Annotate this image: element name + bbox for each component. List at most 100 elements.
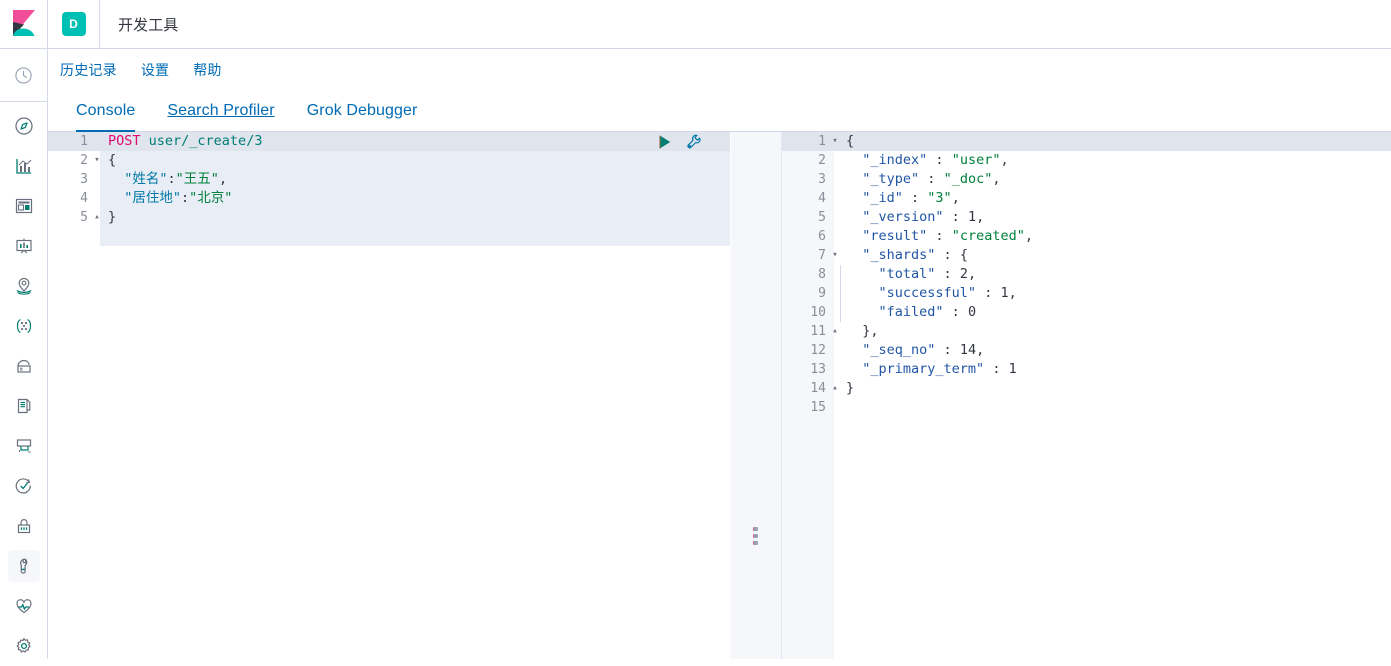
ml-icon: [16, 318, 31, 334]
editor-resizer[interactable]: [730, 132, 782, 659]
tab-console[interactable]: Console: [60, 102, 151, 132]
json-colon: :: [943, 304, 968, 320]
code-content: "_primary_term" : 1: [840, 360, 1391, 379]
code-line: 4 "_id" : "3",: [782, 189, 1391, 208]
page-title: 开发工具: [118, 16, 179, 34]
primary-navigation-rail: [0, 49, 48, 659]
line-number: 3: [80, 172, 88, 187]
kibana-home-button[interactable]: [0, 0, 48, 48]
request-options-button[interactable]: [685, 133, 702, 153]
json-brace: {: [959, 247, 968, 263]
json-comma: ,: [992, 171, 1001, 187]
sidebar-item-machine-learning[interactable]: [8, 310, 40, 342]
json-key: "total": [878, 266, 936, 282]
json-key: "_version": [862, 209, 944, 225]
line-number: 1: [818, 134, 826, 149]
code-content: "_index" : "user",: [840, 151, 1391, 170]
tab-grok-debugger[interactable]: Grok Debugger: [291, 102, 434, 131]
sidebar-item-dev-tools[interactable]: [7, 550, 40, 582]
sidebar-item-siem[interactable]: [8, 510, 40, 542]
code-content: }: [102, 208, 730, 227]
sidebar-item-apm[interactable]: [8, 430, 40, 462]
app-badge-container[interactable]: D: [48, 0, 100, 48]
line-number: 6: [818, 229, 826, 244]
fold-toggle[interactable]: ▾: [830, 132, 840, 151]
sidebar-item-visualize[interactable]: [8, 150, 40, 182]
kibana-logo: [12, 10, 35, 36]
wrench-icon: [19, 558, 27, 574]
code-content: {: [840, 132, 1391, 151]
code-line: 14 ▴ }: [782, 379, 1391, 398]
sidebar-item-logs[interactable]: [8, 390, 40, 422]
json-comma: ,: [976, 209, 985, 225]
code-line: 6 "result" : "created",: [782, 227, 1391, 246]
response-editor[interactable]: 1 ▾ { 2 "_index" : "user", 3 "_type" : "…: [782, 132, 1391, 659]
code-line: 13 "_primary_term" : 1: [782, 360, 1391, 379]
json-colon: :: [943, 209, 968, 225]
code-line: 1 ▾ {: [782, 132, 1391, 151]
code-line: 15: [782, 398, 1391, 417]
fold-toggle[interactable]: ▴: [92, 208, 102, 227]
compass-icon: [14, 117, 33, 135]
line-number: 9: [818, 286, 826, 301]
grip-dot: [753, 541, 758, 545]
line-number: 7: [818, 248, 826, 263]
code-line: 1 POST user/_create/3: [48, 132, 730, 151]
json-value: "created": [951, 228, 1025, 244]
request-editor[interactable]: 1 POST user/_create/3 2 ▾ { 3 "姓名":"王五",: [48, 132, 730, 659]
line-number: 8: [818, 267, 826, 282]
menu-item-history[interactable]: 历史记录: [60, 60, 117, 80]
json-comma: ,: [967, 266, 977, 282]
json-key: "result": [862, 228, 928, 244]
code-content: "_seq_no" : 14,: [840, 341, 1391, 360]
json-colon: :: [927, 152, 952, 168]
sidebar-item-canvas[interactable]: [8, 230, 40, 262]
json-key: "failed": [878, 304, 944, 320]
code-content: }: [840, 379, 1391, 398]
sidebar-item-discover[interactable]: [8, 110, 40, 142]
wrench-icon: [687, 134, 701, 149]
code-content: },: [840, 322, 1391, 341]
menu-item-settings[interactable]: 设置: [141, 60, 169, 80]
sidebar-item-management[interactable]: [8, 630, 40, 662]
line-number: 15: [810, 400, 826, 415]
fold-toggle[interactable]: ▴: [830, 379, 840, 398]
code-content: {: [102, 151, 730, 170]
json-key: "_shards": [862, 247, 936, 263]
json-value: "3": [927, 190, 952, 206]
dev-tools-console-page: D 开发工具 历史记录 设置 帮助 Console Search Profile…: [0, 0, 1391, 659]
json-value: 1: [967, 209, 977, 225]
editor-split-container: 1 POST user/_create/3 2 ▾ { 3 "姓名":"王五",: [48, 132, 1391, 659]
grip-dot: [753, 527, 758, 531]
code-line: 3 "姓名":"王五",: [48, 170, 730, 189]
json-key: "姓名": [124, 171, 168, 187]
code-content: "_shards" : {: [840, 246, 1391, 265]
grip-dot: [753, 534, 758, 538]
send-request-button[interactable]: [657, 134, 673, 153]
fold-toggle[interactable]: ▾: [92, 151, 102, 170]
sidebar-item-dashboard[interactable]: [8, 190, 40, 222]
resize-handle[interactable]: [753, 527, 759, 545]
fold-toggle[interactable]: ▴: [830, 322, 840, 341]
fold-toggle[interactable]: ▾: [830, 246, 840, 265]
request-path: [141, 133, 149, 149]
tab-search-profiler[interactable]: Search Profiler: [151, 102, 290, 131]
line-number: 4: [80, 191, 88, 206]
sidebar-item-uptime[interactable]: [8, 470, 40, 502]
request-path-text: user/_create/3: [148, 133, 263, 149]
recently-viewed-button[interactable]: [0, 49, 47, 102]
global-header: D 开发工具: [0, 0, 1391, 49]
code-content: "_version" : 1,: [840, 208, 1391, 227]
code-content: "total" : 2,: [840, 265, 1391, 284]
json-colon: :: [919, 171, 944, 187]
sidebar-item-monitoring[interactable]: [8, 590, 40, 622]
bar-chart-icon: [15, 159, 31, 174]
menu-item-help[interactable]: 帮助: [193, 60, 221, 80]
sidebar-item-infrastructure[interactable]: [8, 350, 40, 382]
console-tabs: Console Search Profiler Grok Debugger: [48, 91, 1391, 132]
sidebar-item-maps[interactable]: [8, 270, 40, 302]
json-key: "successful": [878, 285, 977, 301]
json-colon: :: [181, 190, 190, 206]
json-brace: }: [108, 209, 117, 225]
http-method: POST: [108, 133, 141, 149]
